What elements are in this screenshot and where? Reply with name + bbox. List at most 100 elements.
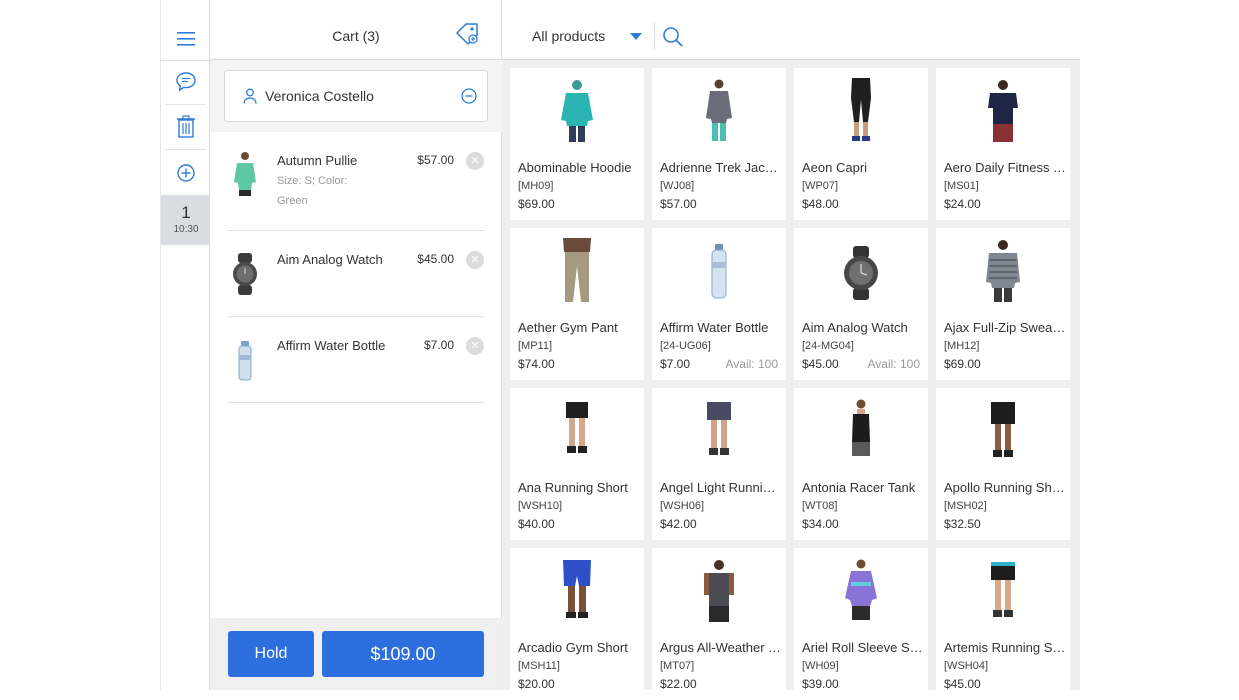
product-price: $69.00 [944,357,981,371]
discount-button[interactable] [455,20,483,46]
product-name: Ana Running Short [518,480,628,495]
tag-icon [456,23,478,45]
cart-footer: Hold $109.00 [210,618,502,690]
product-name: Adrienne Trek Jacket [660,160,782,175]
add-cart-button[interactable] [161,160,211,186]
product-card[interactable]: Apollo Running Short [MSH02] $32.50 [936,388,1070,540]
product-name: Angel Light Running Short [660,480,782,495]
product-sku: [MP11] [518,340,553,352]
product-image [936,78,1070,148]
product-sku: [WJ08] [660,180,695,192]
user-icon [243,88,257,109]
product-image [652,558,786,628]
product-card[interactable]: Artemis Running Short [WSH04] $45.00 [936,548,1070,700]
product-sku: [MS01] [944,180,979,192]
hold-button[interactable]: Hold [228,631,314,677]
product-image [936,238,1070,308]
product-price: $45.00 [944,677,981,691]
pos-app: 1 10:30 Cart (3) Veronica Costello Autum… [160,0,1080,700]
product-price: $40.00 [518,517,555,531]
product-name: Ajax Full-Zip Sweatshirt [944,320,1066,335]
delete-cart-button[interactable] [161,113,211,141]
product-image [510,558,644,628]
close-icon: ✕ [470,254,480,266]
cart-item-name: Autumn Pullie [277,153,358,168]
product-card[interactable]: Arcadio Gym Short [MSH11] $20.00 [510,548,644,700]
chevron-down-icon[interactable] [630,33,642,40]
comment-button[interactable] [161,68,211,96]
cart-tab-active[interactable]: 1 10:30 [161,195,211,245]
plus-circle-icon [177,164,195,182]
product-card[interactable]: Adrienne Trek Jacket [WJ08] $57.00 [652,68,786,220]
product-card[interactable]: Aether Gym Pant [MP11] $74.00 [510,228,644,380]
product-name: Aim Analog Watch [802,320,908,335]
product-price: $32.50 [944,517,981,531]
product-card[interactable]: Abominable Hoodie [MH09] $69.00 [510,68,644,220]
product-availability: Avail: 100 [867,357,920,371]
product-sku: [MH12] [944,340,980,352]
product-card[interactable]: Argus All-Weather Tank [MT07] $22.00 [652,548,786,700]
checkout-total-button[interactable]: $109.00 [322,631,484,677]
product-card[interactable]: Ana Running Short [WSH10] $40.00 [510,388,644,540]
product-name: Aeon Capri [802,160,868,175]
cart-item[interactable]: Affirm Water Bottle $7.00 ✕ [228,317,484,403]
category-filter[interactable]: All products [532,28,605,44]
product-sku: [MSH02] [944,500,987,512]
product-price: $7.00 [660,357,691,371]
cart-item-thumbnail [228,150,262,205]
customer-area: Veronica Costello [210,60,502,132]
product-price: $20.00 [518,677,555,691]
product-price: $39.00 [802,677,839,691]
product-price: $45.00 [802,357,839,371]
product-sku: [WT08] [802,500,838,512]
product-name: Artemis Running Short [944,640,1066,655]
product-sku: [WSH06] [660,500,705,512]
cart-item[interactable]: Aim Analog Watch $45.00 ✕ [228,231,484,317]
product-card[interactable]: Aero Daily Fitness Tee [MS01] $24.00 [936,68,1070,220]
product-image [652,238,786,308]
remove-item-button[interactable]: ✕ [466,152,484,170]
product-name: Affirm Water Bottle [660,320,769,335]
cart-item[interactable]: Autumn Pullie Size: S; Color: Green $57.… [228,132,484,231]
cart-item-name: Aim Analog Watch [277,252,383,267]
product-header: All products [502,0,1080,60]
product-sku: [WH09] [802,660,839,672]
product-sku: [WSH10] [518,500,563,512]
comment-icon [176,72,196,92]
product-image [794,78,928,148]
customer-field[interactable]: Veronica Costello [224,70,488,122]
cart-item-price: $45.00 [417,252,454,266]
product-card[interactable]: Angel Light Running Short [WSH06] $42.00 [652,388,786,540]
product-name: Apollo Running Short [944,480,1066,495]
remove-item-button[interactable]: ✕ [466,251,484,269]
product-image [510,398,644,468]
product-card[interactable]: Aim Analog Watch [24-MG04] $45.00 Avail:… [794,228,928,380]
product-price: $22.00 [660,677,697,691]
product-image [510,78,644,148]
product-card[interactable]: Antonia Racer Tank [WT08] $34.00 [794,388,928,540]
cart-item-price: $57.00 [417,153,454,167]
product-image [794,558,928,628]
remove-customer-button[interactable] [461,88,477,109]
cart-item-list: Autumn Pullie Size: S; Color: Green $57.… [228,132,484,403]
product-price: $74.00 [518,357,555,371]
cart-item-name: Affirm Water Bottle [277,338,386,353]
product-panel: All products Abominable Hoodie [MH09] $6… [502,0,1080,700]
product-sku: [MT07] [660,660,695,672]
menu-button[interactable] [161,24,211,54]
product-card[interactable]: Aeon Capri [WP07] $48.00 [794,68,928,220]
search-icon [663,27,683,47]
product-price: $42.00 [660,517,697,531]
product-card[interactable]: Ariel Roll Sleeve Sweatshirt [WH09] $39.… [794,548,928,700]
trash-icon [177,115,195,138]
product-image [936,398,1070,468]
product-card[interactable]: Affirm Water Bottle [24-UG06] $7.00 Avai… [652,228,786,380]
search-button[interactable] [662,26,684,53]
product-name: Abominable Hoodie [518,160,632,175]
cart-item-thumbnail [228,253,262,300]
product-sku: [WP07] [802,180,839,192]
cart-header: Cart (3) [210,0,502,60]
product-card[interactable]: Ajax Full-Zip Sweatshirt [MH12] $69.00 [936,228,1070,380]
product-price: $24.00 [944,197,981,211]
remove-item-button[interactable]: ✕ [466,337,484,355]
